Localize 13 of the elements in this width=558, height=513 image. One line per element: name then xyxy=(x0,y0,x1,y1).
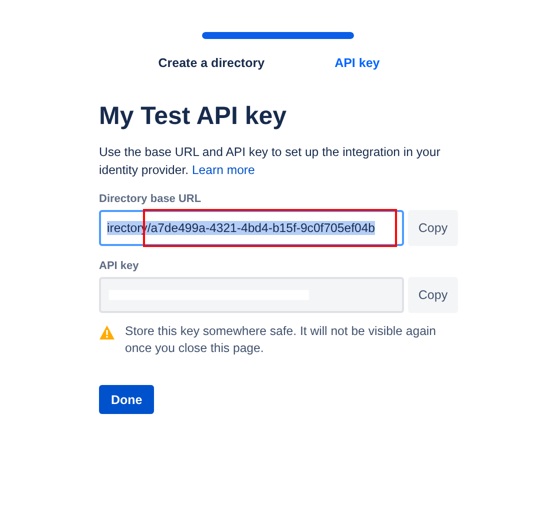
page-title: My Test API key xyxy=(99,102,288,131)
step-label: Create a directory xyxy=(158,56,265,70)
learn-more-link[interactable]: Learn more xyxy=(192,163,255,177)
done-button[interactable]: Done xyxy=(99,385,154,414)
warning-text: Store this key somewhere safe. It will not be visible again once you close this page. xyxy=(125,323,437,357)
warning-icon xyxy=(99,325,115,340)
step-label: API key xyxy=(334,56,380,70)
copy-button[interactable]: Copy xyxy=(408,210,458,246)
text-field[interactable] xyxy=(99,277,404,313)
description-text: Use the base URL and API key to set up the integration in your identity provider. Learn more xyxy=(99,144,442,179)
field-label: API key xyxy=(99,260,140,272)
copy-button[interactable]: Copy xyxy=(408,277,458,313)
field-label: Directory base URL xyxy=(99,193,202,205)
